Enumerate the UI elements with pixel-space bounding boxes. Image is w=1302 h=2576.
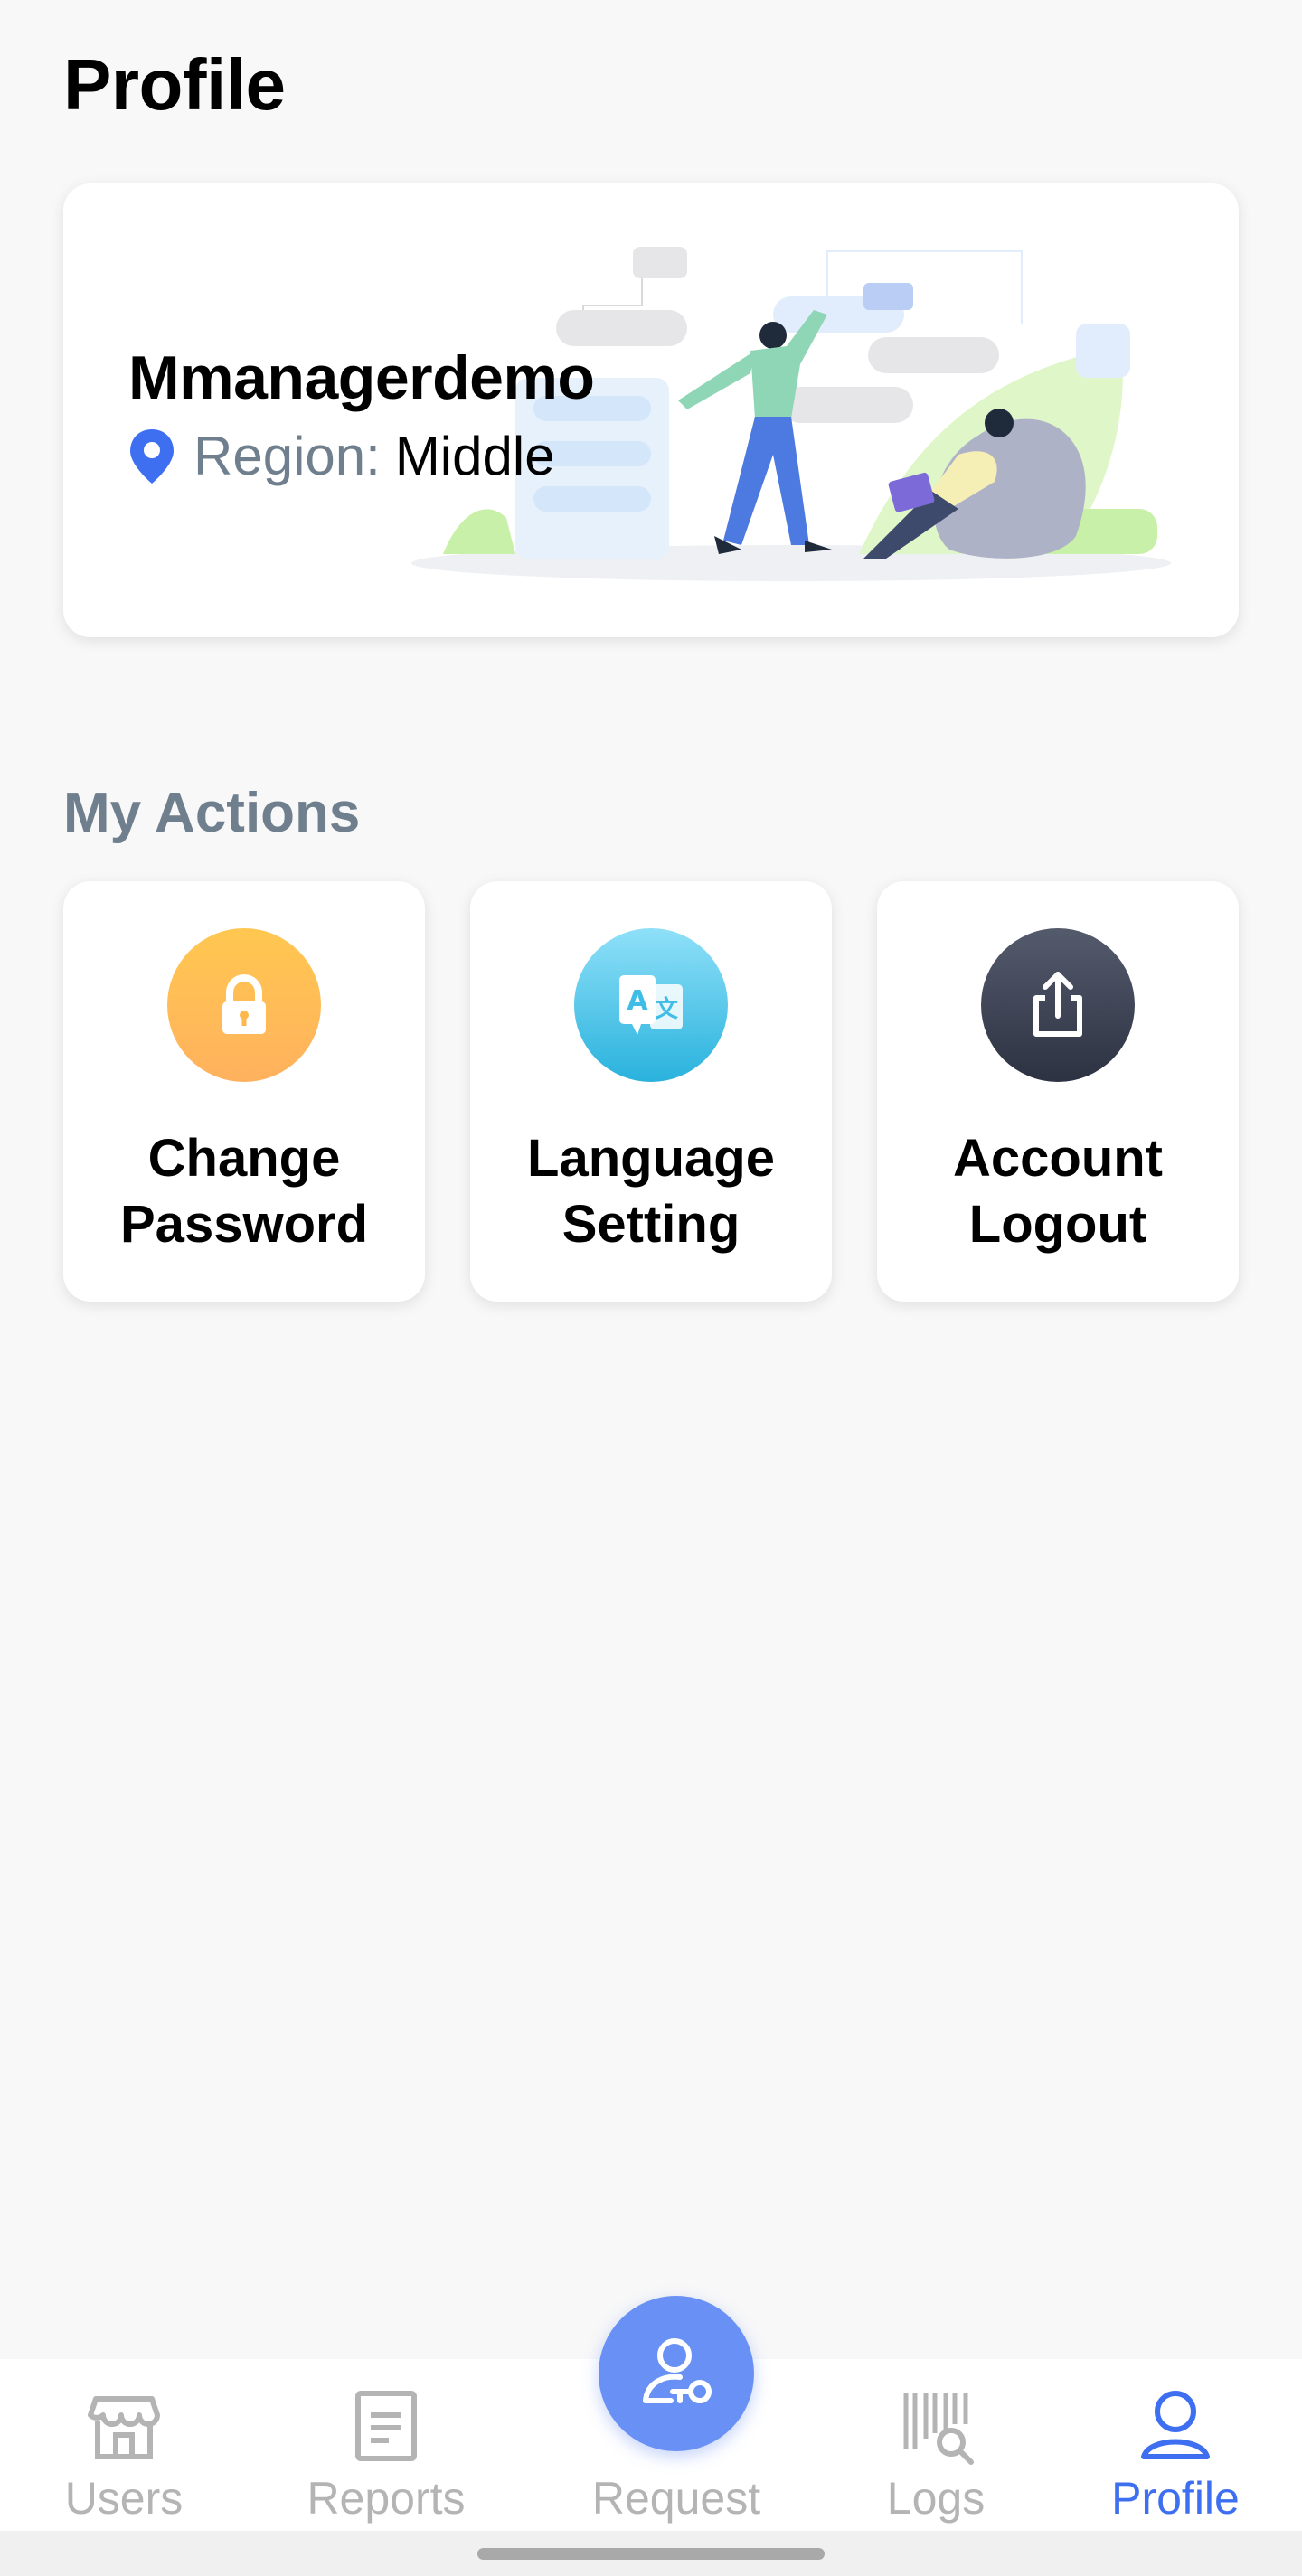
svg-text:文: 文 xyxy=(655,995,679,1023)
account-logout-button[interactable]: Account Logout xyxy=(877,881,1239,1302)
region-row: Region: Middle xyxy=(128,420,555,493)
action-label: Change Password xyxy=(120,1129,368,1254)
tab-label: Users xyxy=(64,2473,184,2524)
tab-profile[interactable]: Profile xyxy=(1103,2359,1248,2531)
region-label: Region: xyxy=(193,426,381,486)
share-logout-icon xyxy=(981,928,1135,1082)
tab-reports[interactable]: Reports xyxy=(305,2359,467,2531)
translate-icon: 文 A xyxy=(574,928,728,1082)
user-icon xyxy=(1141,2391,1210,2459)
change-password-button[interactable]: Change Password xyxy=(63,881,425,1302)
tab-label: Profile xyxy=(1111,2473,1240,2524)
action-label: Account Logout xyxy=(953,1129,1163,1254)
svg-text:A: A xyxy=(627,985,648,1017)
profile-card: Mmanagerdemo Region: Middle xyxy=(63,183,1239,637)
tab-label: Reports xyxy=(307,2473,466,2524)
home-indicator xyxy=(477,2548,825,2560)
action-label: Language Setting xyxy=(527,1129,775,1254)
region-value: Middle xyxy=(394,426,555,486)
user-name: Mmanagerdemo xyxy=(128,343,595,412)
request-fab-button[interactable] xyxy=(599,2296,754,2451)
section-title: My Actions xyxy=(63,782,361,844)
document-icon xyxy=(355,2391,417,2461)
tab-users[interactable]: Users xyxy=(61,2359,187,2531)
store-icon xyxy=(88,2396,160,2459)
tab-label: Request xyxy=(591,2473,761,2524)
location-pin-icon xyxy=(130,429,174,484)
tab-label: Logs xyxy=(886,2473,986,2524)
barcode-search-icon xyxy=(903,2393,974,2465)
lock-icon xyxy=(167,928,321,1082)
page-title: Profile xyxy=(63,44,286,125)
language-setting-button[interactable]: 文 A Language Setting xyxy=(470,881,832,1302)
tab-logs[interactable]: Logs xyxy=(868,2359,1004,2531)
user-key-icon xyxy=(643,2338,712,2403)
